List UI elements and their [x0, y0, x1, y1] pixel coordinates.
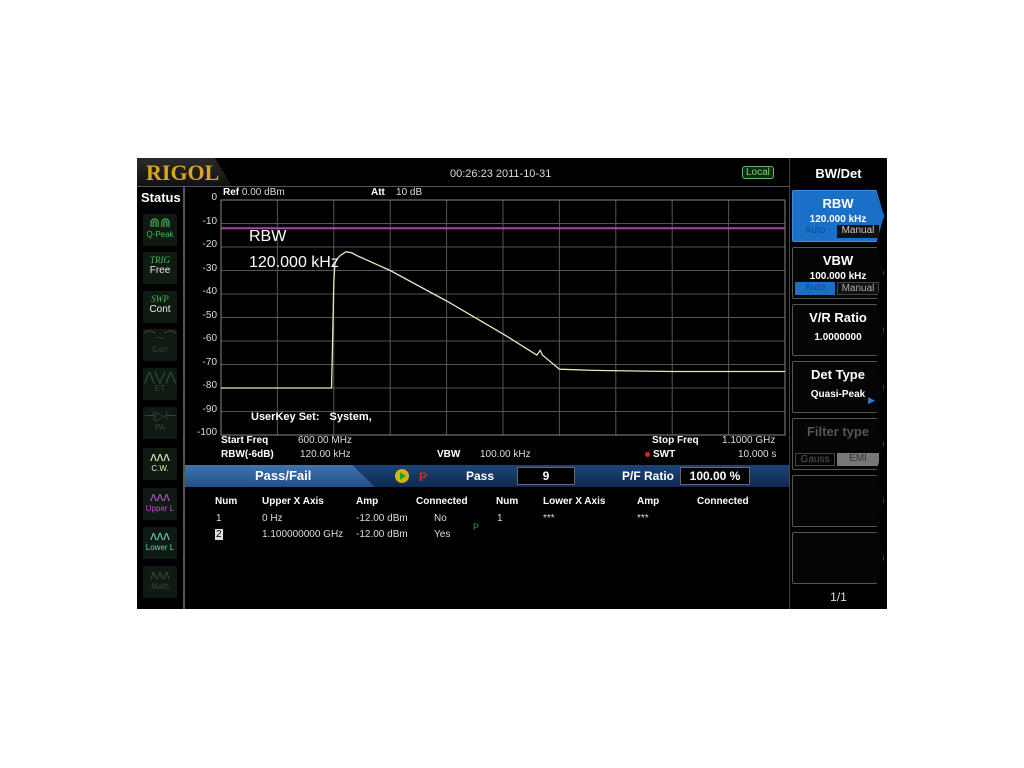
trace-cw-icon: ʌʌʌ — [150, 449, 170, 464]
menu-divider — [789, 158, 790, 609]
lower-num-header: Num — [496, 496, 519, 507]
emi-option[interactable]: EMI — [837, 453, 879, 466]
upper-x-header: Upper X Axis — [262, 496, 324, 507]
math-icon: ʌʌʌ — [150, 567, 170, 582]
vbw-softkey[interactable]: VBW 100.000 kHz Auto Manual — [792, 247, 884, 299]
pass-label: Pass — [466, 469, 495, 483]
pass-fail-state-flag: P — [419, 470, 428, 484]
sweep-status[interactable]: SWP Cont — [143, 291, 177, 323]
pf-ratio-label: P/F Ratio — [622, 469, 675, 483]
filter-type-softkey[interactable]: Filter type Gauss EMI — [792, 418, 884, 470]
rbw-manual-option[interactable]: Manual — [837, 225, 879, 238]
vbw-auto-option[interactable]: Auto — [795, 282, 835, 295]
menu-title: BW/Det — [815, 166, 862, 181]
vr-ratio-softkey[interactable]: V/R Ratio 1.0000000 — [792, 304, 884, 356]
rbw-softkey[interactable]: RBW 120.000 kHz Auto Manual — [792, 190, 884, 242]
start-freq-value: 600.00 MHz — [298, 435, 352, 446]
lower-x-header: Lower X Axis — [543, 496, 606, 507]
q-peak-icon: ⋒⋒ — [149, 215, 171, 230]
menu-page-indicator: 1/1 — [830, 590, 847, 604]
empty-softkey-6[interactable] — [792, 475, 884, 527]
plot-grid — [220, 199, 786, 436]
lower-connected-header: Connected — [697, 496, 749, 507]
row-pass-flag: P — [473, 522, 480, 532]
stop-freq[interactable]: Stop Freq — [652, 435, 699, 446]
userkey-set: UserKey Set: System, — [251, 411, 372, 423]
upper-amp-header: Amp — [356, 496, 379, 507]
corr-icon: ⌒~⌒ — [143, 330, 177, 345]
vbw-manual-option[interactable]: Manual — [837, 282, 879, 295]
preamp-icon: ⊣▷⊢ — [143, 408, 177, 423]
empty-softkey-7[interactable] — [792, 532, 884, 584]
vbw-value: 100.00 kHz — [480, 449, 531, 460]
ext-trigger-status-icon[interactable]: ⋀⋁⋀ ET — [143, 368, 177, 400]
rbw-auto-option[interactable]: Auto — [795, 225, 835, 238]
pf-ratio-value: 100.00 % — [680, 467, 750, 485]
rbw-overlay-label: RBW — [249, 228, 287, 245]
spectrum-analyzer-screen: RIGOL 00:26:23 2011-10-31 Local Status ⋒… — [137, 158, 887, 609]
preamp-status-icon[interactable]: ⊣▷⊢ PA — [143, 407, 177, 439]
status-title: Status — [141, 190, 181, 205]
local-status-badge[interactable]: Local — [742, 166, 774, 179]
rbw-6db[interactable]: RBW(-6dB) — [221, 449, 274, 460]
upper-limit-icon: ʌʌʌ — [150, 489, 170, 504]
play-icon[interactable] — [395, 469, 409, 483]
correction-status-icon[interactable]: ⌒~⌒ Corr — [143, 329, 177, 361]
pass-count: 9 — [517, 467, 575, 485]
pass-fail-title: Pass/Fail — [255, 468, 312, 483]
gauss-option[interactable]: Gauss — [795, 453, 835, 466]
selected-row-num[interactable]: 2 — [215, 529, 223, 540]
lower-amp-header: Amp — [637, 496, 660, 507]
start-freq[interactable]: Start Freq — [221, 435, 268, 446]
et-icon: ⋀⋁⋀ — [144, 369, 176, 384]
upper-limit-status-icon[interactable]: ʌʌʌ Upper L — [143, 488, 177, 520]
det-type-softkey[interactable]: Det Type Quasi-Peak ▶ — [792, 361, 884, 413]
swt-value: 10.000 s — [738, 449, 777, 460]
datetime: 00:26:23 2011-10-31 — [450, 168, 552, 180]
trigger-status[interactable]: TRIG Free — [143, 252, 177, 284]
upper-num-header: Num — [215, 496, 238, 507]
rigol-logo: RIGOL — [137, 158, 232, 186]
submenu-arrow-icon: ▶ — [868, 395, 875, 405]
upper-connected-header: Connected — [416, 496, 468, 507]
detector-status-icon[interactable]: ⋒⋒ Q-Peak — [143, 214, 177, 246]
lower-limit-status-icon[interactable]: ʌʌʌ Lower L — [143, 527, 177, 559]
math-status-icon[interactable]: ʌʌʌ Math — [143, 566, 177, 598]
lower-limit-icon: ʌʌʌ — [150, 528, 170, 543]
swt-indicator-icon — [645, 451, 650, 457]
rbw-overlay-value: 120.000 kHz — [249, 254, 339, 271]
swt-label[interactable]: SWT — [645, 449, 675, 460]
vbw-label[interactable]: VBW — [437, 449, 460, 460]
rbw-6db-value: 120.00 kHz — [300, 449, 351, 460]
clear-write-status-icon[interactable]: ʌʌʌ C.W. — [143, 448, 177, 480]
stop-freq-value: 1.1000 GHz — [722, 435, 776, 446]
